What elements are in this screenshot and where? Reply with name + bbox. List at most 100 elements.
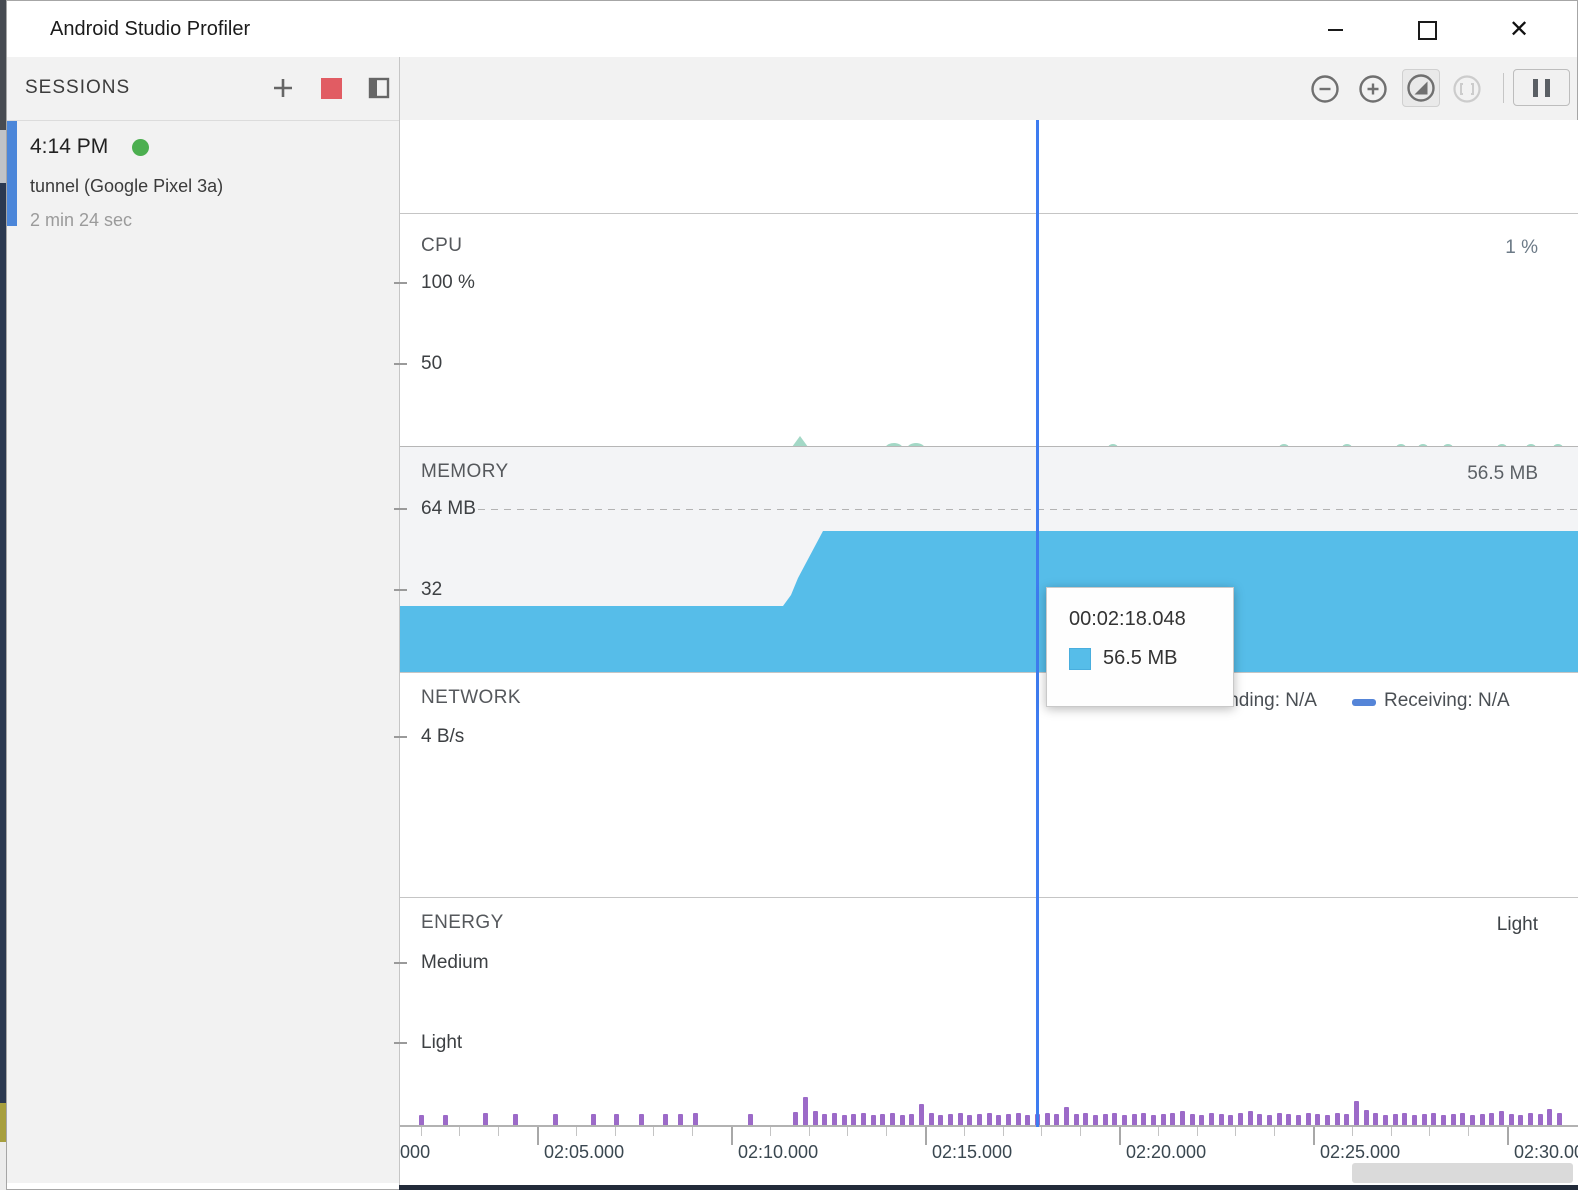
timeline-cursor-line[interactable]	[1036, 120, 1039, 1127]
energy-event-bar	[1480, 1114, 1485, 1125]
zoom-to-selection-icon	[1452, 74, 1482, 104]
energy-event-bar	[871, 1115, 876, 1125]
plus-icon	[272, 77, 294, 99]
energy-event-bar	[1209, 1113, 1214, 1125]
pause-live-button[interactable]	[1513, 69, 1570, 106]
timeline-label: 02:10.000	[738, 1142, 818, 1163]
axis-tick-dash	[394, 736, 407, 738]
tooltip-memory-value: 56.5 MB	[1103, 647, 1177, 670]
energy-event-bar	[1103, 1114, 1108, 1125]
maximize-icon	[1418, 21, 1437, 40]
energy-event-bar	[483, 1113, 488, 1125]
network-section-label[interactable]: NETWORK	[421, 687, 521, 709]
axis-tick-label: 64 MB	[421, 498, 476, 520]
energy-event-bar	[1547, 1109, 1552, 1125]
energy-event-bar	[1518, 1115, 1523, 1125]
pause-icon	[1545, 79, 1550, 97]
axis-tick-label: 32	[421, 579, 442, 601]
timeline-label: 02:00.000	[399, 1142, 430, 1163]
energy-event-bar	[861, 1113, 866, 1125]
reset-zoom-button[interactable]	[1402, 69, 1440, 107]
memory-tooltip: 00:02:18.048 56.5 MB	[1046, 587, 1234, 707]
energy-event-bar	[1296, 1115, 1301, 1125]
zoom-out-button[interactable]	[1308, 72, 1342, 106]
energy-event-bar	[851, 1114, 856, 1125]
profiler-window-root: { "titlebar": { "title": "Android Studio…	[0, 0, 1578, 1190]
session-time: 4:14 PM	[30, 135, 108, 159]
timeline-minor-tick	[964, 1127, 965, 1136]
energy-event-bar	[1422, 1114, 1427, 1125]
energy-event-bar	[419, 1115, 424, 1125]
energy-current-value: Light	[1497, 914, 1538, 936]
timeline-minor-tick	[886, 1127, 887, 1136]
energy-event-bar	[1219, 1114, 1224, 1125]
energy-event-bar	[1509, 1114, 1514, 1125]
timeline-minor-tick	[1429, 1127, 1430, 1136]
close-button[interactable]: ✕	[1496, 14, 1542, 46]
energy-event-bar	[1141, 1113, 1146, 1125]
energy-event-bar	[1238, 1113, 1243, 1125]
timeline-label: 02:25.000	[1320, 1142, 1400, 1163]
energy-event-bar	[693, 1113, 698, 1125]
energy-event-bar	[1364, 1110, 1369, 1125]
timeline-scrollbar-thumb[interactable]	[1352, 1163, 1573, 1183]
energy-event-bar	[1402, 1113, 1407, 1125]
sessions-panel	[7, 121, 399, 1183]
timeline-minor-tick	[1003, 1127, 1004, 1136]
timeline-label: 02:20.000	[1126, 1142, 1206, 1163]
timeline-major-tick	[925, 1127, 927, 1145]
energy-event-bar	[880, 1114, 885, 1125]
memory-section-label[interactable]: MEMORY	[421, 461, 509, 483]
energy-event-bar	[909, 1114, 914, 1125]
timeline-minor-tick	[1391, 1127, 1392, 1136]
sessions-header-label: SESSIONS	[25, 77, 130, 99]
energy-event-bar	[1093, 1115, 1098, 1125]
timeline-minor-tick	[615, 1127, 616, 1136]
timeline-minor-tick	[498, 1127, 499, 1136]
network-receiving-legend-swatch	[1352, 699, 1376, 706]
timeline-minor-tick	[653, 1127, 654, 1136]
network-receiving-legend: Receiving: N/A	[1384, 690, 1510, 712]
timeline-minor-tick	[1080, 1127, 1081, 1136]
close-icon: ✕	[1509, 18, 1529, 42]
timeline-minor-tick	[576, 1127, 577, 1136]
section-divider	[399, 897, 1578, 898]
profiler-toolbar	[399, 57, 1577, 121]
energy-event-bar	[948, 1114, 953, 1125]
profiler-chart-area[interactable]: CPU 1 % MEMORY 56.5 MB NETWORK Sending: …	[399, 120, 1578, 1190]
energy-event-bar	[1470, 1115, 1475, 1125]
add-session-button[interactable]	[265, 72, 301, 104]
energy-event-bar	[1325, 1115, 1330, 1125]
energy-event-bar	[1393, 1114, 1398, 1125]
collapse-panel-button[interactable]	[361, 72, 397, 104]
energy-event-bar	[996, 1115, 1001, 1125]
timeline-minor-tick	[847, 1127, 848, 1136]
cpu-current-value: 1 %	[1505, 237, 1538, 259]
energy-event-bar	[639, 1114, 644, 1125]
energy-event-bar	[832, 1113, 837, 1125]
energy-event-bar	[1499, 1111, 1504, 1125]
energy-event-bar	[614, 1114, 619, 1125]
energy-event-bar	[1460, 1113, 1465, 1125]
energy-event-bar	[1161, 1114, 1166, 1125]
pause-icon	[1533, 79, 1538, 97]
maximize-button[interactable]	[1404, 14, 1450, 46]
energy-section-label[interactable]: ENERGY	[421, 912, 504, 934]
timeline-minor-tick	[770, 1127, 771, 1136]
session-selected-indicator	[7, 121, 17, 226]
session-live-status-icon	[132, 139, 149, 156]
cpu-usage-chart	[399, 420, 1578, 447]
cpu-section-label[interactable]: CPU	[421, 235, 462, 257]
axis-tick-label: Medium	[421, 952, 489, 974]
zoom-in-button[interactable]	[1356, 72, 1390, 106]
energy-event-bar	[842, 1115, 847, 1125]
panel-divider[interactable]	[399, 57, 400, 1185]
minimize-button[interactable]	[1312, 14, 1358, 46]
timeline-minor-tick	[1197, 1127, 1198, 1136]
energy-event-bar	[1451, 1114, 1456, 1125]
energy-event-bar	[1373, 1113, 1378, 1125]
stop-session-button[interactable]	[313, 72, 349, 104]
toolbar-separator	[1503, 73, 1504, 103]
energy-event-bar	[1228, 1115, 1233, 1125]
timeline-label: 02:15.000	[932, 1142, 1012, 1163]
